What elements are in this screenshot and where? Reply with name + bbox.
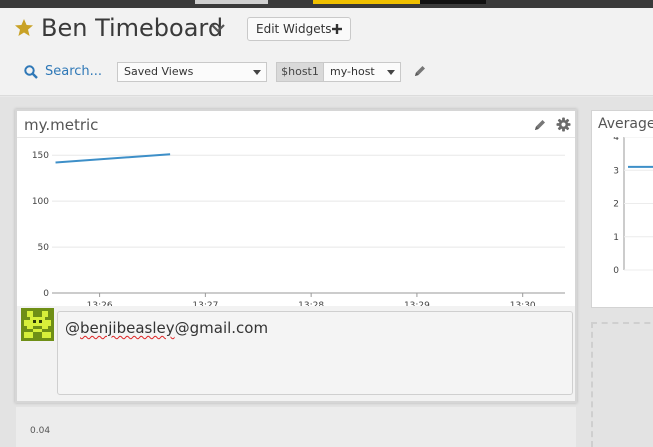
background-widget xyxy=(16,407,576,447)
edit-widgets-label: Edit Widgets xyxy=(256,22,332,36)
saved-views-label: Saved Views xyxy=(124,65,194,78)
comment-text-suffix: @gmail.com xyxy=(174,319,269,337)
dashboard-canvas: 0.04 Average 0 1 2 3 4 my.metric 0 50 100 150 1 3… xyxy=(0,97,653,447)
avatar xyxy=(21,308,54,341)
search-icon xyxy=(24,65,38,79)
dashboard-header: Ben Timeboard Edit Widgets Search... Sav… xyxy=(0,8,653,96)
average-chart: 0 1 2 3 4 xyxy=(613,137,653,276)
browser-tab[interactable] xyxy=(420,0,486,4)
browser-tab[interactable] xyxy=(313,0,420,4)
background-tick-label: 0.04 xyxy=(30,426,51,436)
comment-input[interactable]: @benjibeasley@gmail.com xyxy=(57,311,573,395)
average-widget[interactable]: Average 0 1 2 3 4 xyxy=(591,110,653,308)
template-variable-select[interactable]: my-host xyxy=(323,62,401,82)
edit-widgets-button[interactable]: Edit Widgets xyxy=(247,17,351,41)
widget-title: Average xyxy=(598,116,653,132)
search-label: Search... xyxy=(45,64,103,79)
y-tick-label: 2 xyxy=(613,200,619,210)
template-variable-name: $host1 xyxy=(276,62,324,82)
gear-icon[interactable] xyxy=(556,117,571,132)
caret-down-icon xyxy=(253,70,261,75)
comment-text-prefix: @ xyxy=(65,319,80,337)
y-tick-label: 0 xyxy=(43,289,49,299)
browser-top-strip xyxy=(0,0,653,8)
y-tick-label: 1 xyxy=(613,233,619,243)
pencil-icon[interactable] xyxy=(533,118,547,132)
chevron-down-icon[interactable] xyxy=(210,22,226,34)
y-tick-label: 4 xyxy=(613,137,619,143)
metric-chart: 05010015013:26 13:27 13:28 13:29 13:30 xyxy=(32,151,565,308)
comment-widget[interactable]: @benjibeasley@gmail.com xyxy=(15,306,577,403)
widget-title: my.metric xyxy=(24,116,99,134)
page-title: Ben Timeboard xyxy=(41,14,224,42)
y-tick-label: 3 xyxy=(613,166,619,176)
caret-down-icon xyxy=(387,70,395,75)
comment-text: @benjibeasley@gmail.com xyxy=(65,319,268,337)
misspelled-word: benjibeasley xyxy=(80,319,175,337)
browser-tab[interactable] xyxy=(195,0,268,4)
y-tick-label: 150 xyxy=(32,151,49,161)
widget-drop-zone xyxy=(591,322,653,447)
search-link[interactable]: Search... xyxy=(24,64,102,79)
y-tick-label: 50 xyxy=(38,243,50,253)
star-icon[interactable] xyxy=(14,18,34,38)
plus-icon xyxy=(332,24,342,34)
pencil-icon[interactable] xyxy=(413,64,427,78)
y-tick-label: 100 xyxy=(32,197,49,207)
saved-views-select[interactable]: Saved Views xyxy=(117,62,267,82)
y-tick-label: 0 xyxy=(613,266,619,276)
template-variable-value: my-host xyxy=(330,65,375,78)
